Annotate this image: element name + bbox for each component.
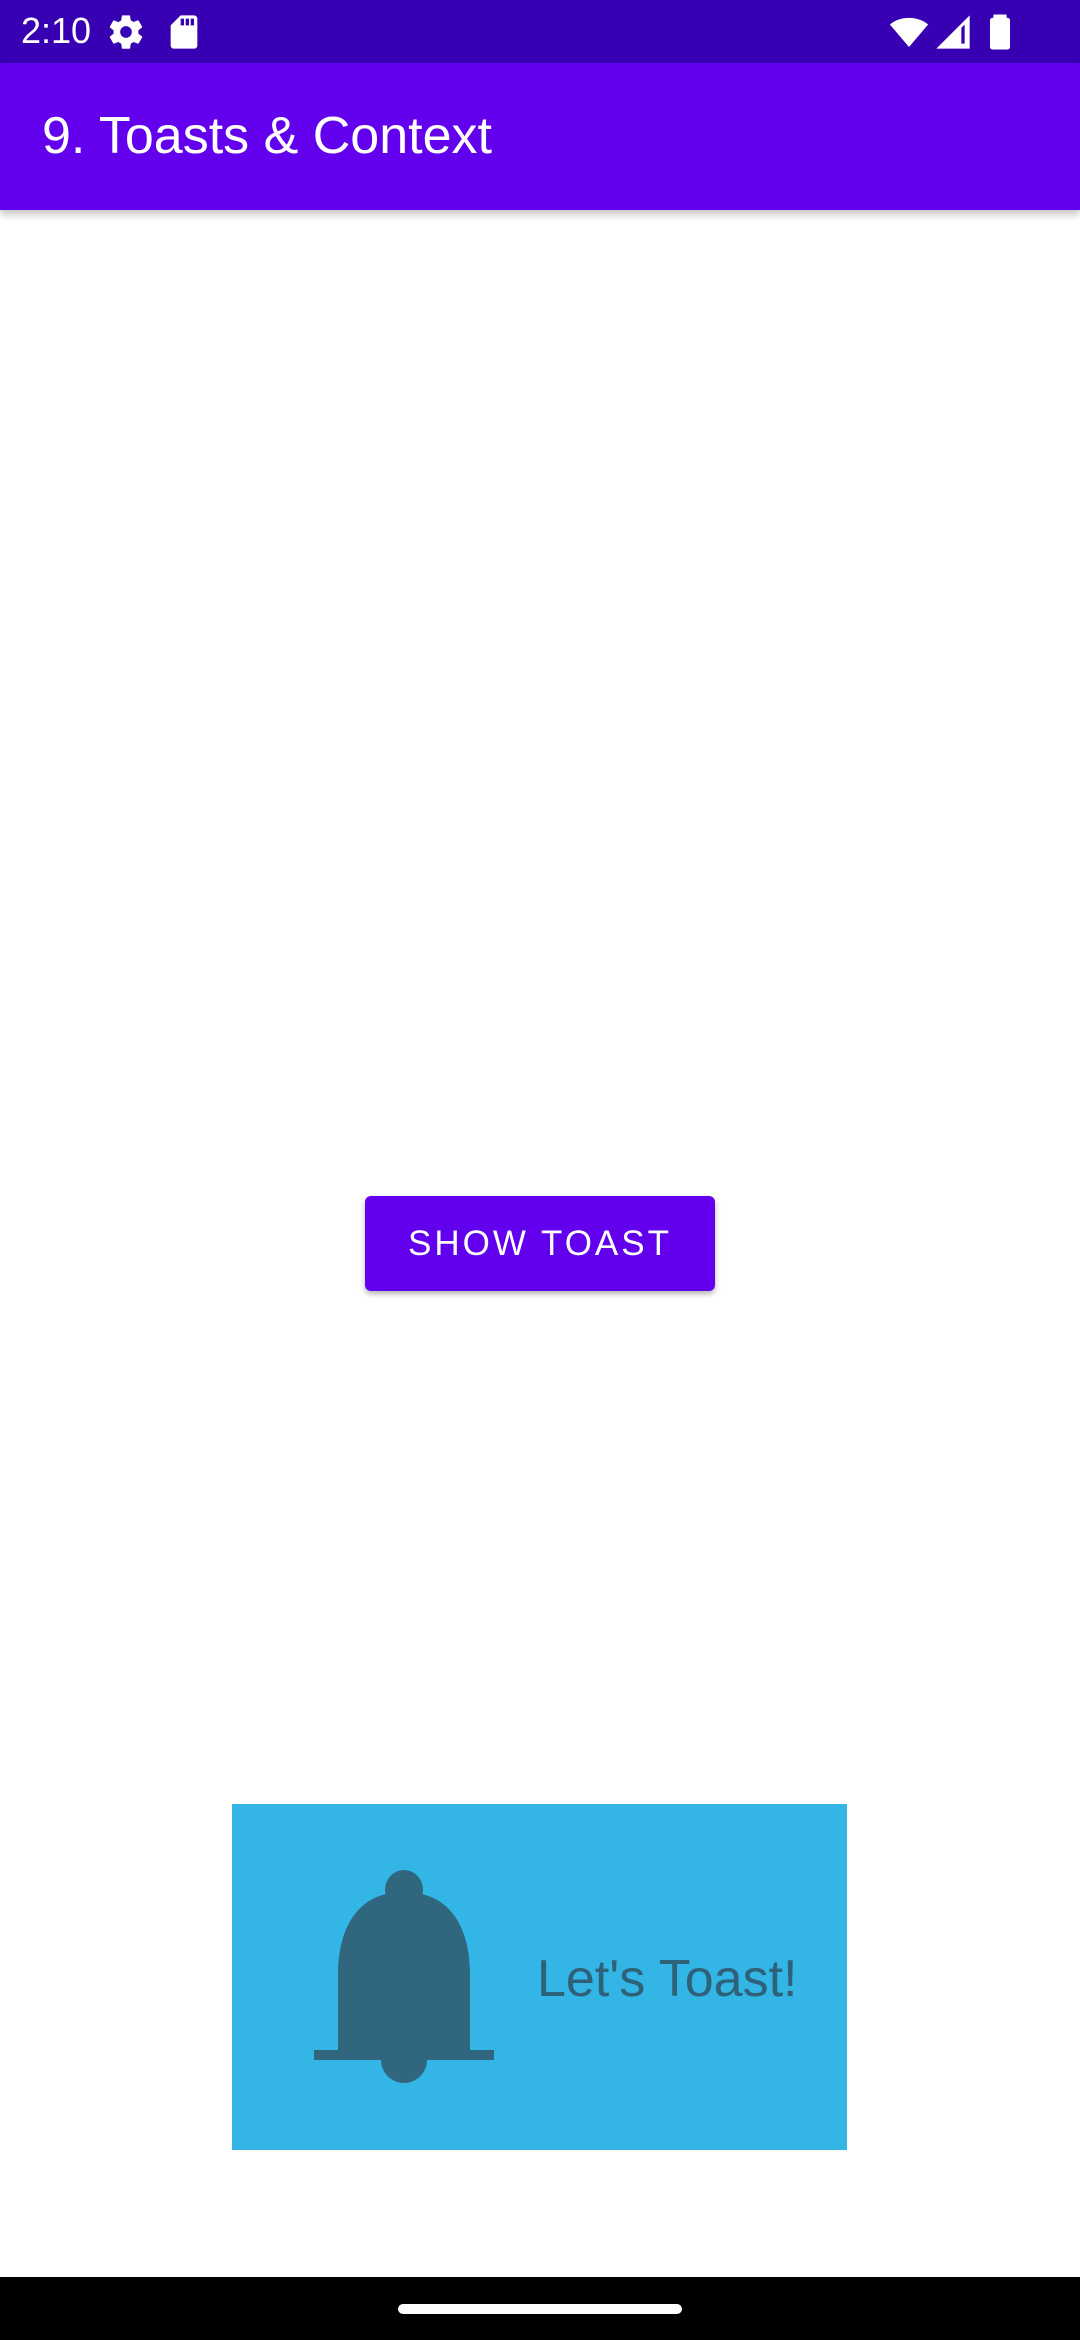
toast-message: Let's Toast! [537,1950,798,2008]
show-toast-button[interactable]: SHOW TOAST [365,1196,715,1291]
app-title: 9. Toasts & Context [42,107,492,165]
app-bar: 9. Toasts & Context [0,63,1080,210]
screen: 2:10 9. Toasts & Context SHOW TOAST Let'… [0,0,1080,2340]
sd-card-icon [164,12,204,52]
wifi-icon [889,12,929,52]
settings-gear-icon [106,12,146,52]
status-time: 2:10 [21,10,92,51]
home-gesture-handle[interactable] [398,2304,682,2314]
bell-icon [314,1870,494,2085]
cell-signal-icon [933,12,973,52]
navigation-bar [0,2277,1080,2340]
status-bar: 2:10 [0,0,1080,63]
battery-icon [980,12,1020,52]
